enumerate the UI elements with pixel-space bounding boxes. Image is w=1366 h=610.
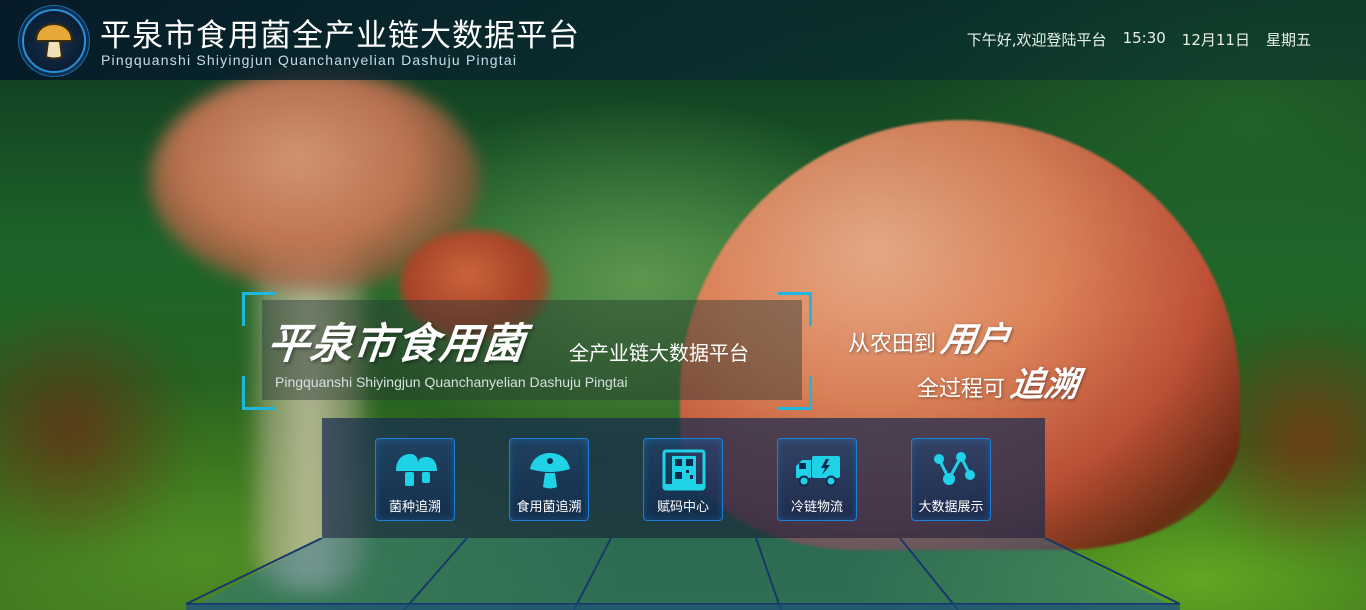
hero-title: 全产业链大数据平台 (569, 341, 749, 365)
slogan-line-2-text: 全过程可 (917, 377, 1006, 402)
nav-tile-label: 食用菌追溯 (516, 500, 582, 515)
hero-corner-top-right (778, 292, 812, 326)
slogan-line-2: 全过程可追溯 (917, 357, 1081, 406)
mushroom-icon (391, 447, 441, 493)
nav-tile-mushroom-trace[interactable]: 食用菌追溯 (509, 438, 589, 521)
slogan-line-1-brush: 用户 (938, 320, 1013, 360)
mushroom-cap-icon (525, 447, 575, 493)
hero-brush-title: 平泉市食用菌 (265, 319, 529, 368)
slogan-line-1: 从农田到用户 (848, 312, 1012, 361)
nav-tile-cold-chain[interactable]: 冷链物流 (777, 438, 857, 521)
hero-subtitle: Pingquanshi Shiyingjun Quanchanyelian Da… (275, 374, 628, 390)
nav-tile-strain-trace[interactable]: 菌种追溯 (375, 438, 455, 521)
hero-corner-bottom-right (778, 376, 812, 410)
page-title: 平泉市食用菌全产业链大数据平台 (100, 18, 580, 54)
qr-code-icon (659, 447, 709, 493)
header-bar: 平泉市食用菌全产业链大数据平台 Pingquanshi Shiyingjun Q… (0, 0, 1366, 80)
nav-tile-label: 冷链物流 (790, 500, 843, 515)
nav-tile-big-data[interactable]: 大数据展示 (911, 438, 991, 521)
nav-tile-coding-center[interactable]: 赋码中心 (643, 438, 723, 521)
status-bar: 下午好,欢迎登陆平台 15:30 12月11日 星期五 (967, 29, 1311, 50)
network-icon (927, 447, 977, 493)
weekday-text: 星期五 (1265, 31, 1311, 49)
date-text: 12月11日 (1181, 31, 1250, 49)
page-subtitle: Pingquanshi Shiyingjun Quanchanyelian Da… (101, 52, 518, 68)
nav-tile-label: 菌种追溯 (388, 500, 441, 515)
perspective-floor (185, 538, 1181, 610)
greeting-text: 下午好,欢迎登陆平台 (966, 31, 1107, 49)
slogan-line-2-brush: 追溯 (1007, 365, 1082, 405)
time-text: 15:30 (1122, 29, 1166, 47)
nav-tile-label: 大数据展示 (918, 500, 984, 515)
slogan-line-1-text: 从农田到 (848, 332, 937, 357)
mushroom-logo-icon[interactable] (22, 9, 86, 73)
nav-tile-label: 赋码中心 (656, 500, 709, 515)
hero-corner-bottom-left (242, 376, 276, 410)
truck-icon (793, 447, 843, 493)
